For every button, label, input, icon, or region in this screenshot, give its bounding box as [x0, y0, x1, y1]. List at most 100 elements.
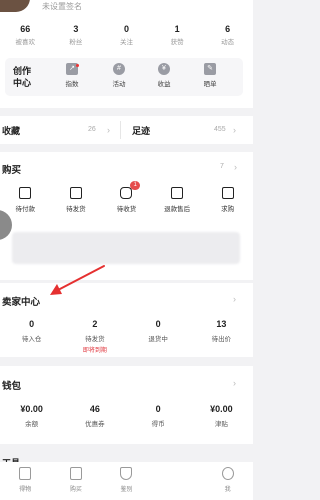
purchase-status-list: 待付款 待发货 1 待收货 退款售后 求购 — [0, 181, 253, 213]
profile-stats: 66 被喜欢 3 粉丝 0 关注 1 获赞 6 动态 — [0, 24, 253, 46]
wallet-item-value: 0 — [155, 404, 161, 414]
creator-item-label: 指数 — [65, 81, 79, 88]
seller-pending-bid[interactable]: 13 待出价 — [190, 319, 253, 354]
tab-identify[interactable]: 鉴别 — [101, 462, 152, 500]
chevron-right-icon: › — [234, 162, 237, 172]
wallet-coins[interactable]: 0 得币 — [127, 404, 190, 428]
wallet-item-value: 46 — [89, 404, 100, 414]
profile-header: 未设置签名 66 被喜欢 3 粉丝 0 关注 1 获赞 6 动态 创作中心 ↗ … — [0, 0, 253, 108]
expiring-soon-note: 即将到期 — [82, 348, 107, 354]
seller-center-card: 卖家中心 › 0 待入仓 2 待发货 即将到期 0 退货中 13 待出价 — [0, 283, 253, 357]
seller-item-label: 退货中 — [148, 336, 168, 343]
footprints-count: 455 — [214, 126, 226, 133]
creator-item-activity[interactable]: # 活动 — [104, 63, 134, 88]
purchase-pending-payment[interactable]: 待付款 — [0, 187, 51, 213]
purchase-item-label: 待发货 — [66, 206, 86, 213]
tab-label: 鉴别 — [120, 487, 133, 493]
wallet-balance[interactable]: ¥0.00 余额 — [0, 404, 63, 428]
purchases-card: 购买 7 › 待付款 待发货 1 待收货 退款售后 求购 — [0, 152, 253, 280]
seller-pending-warehouse[interactable]: 0 待入仓 — [0, 319, 63, 354]
stat-value: 1 — [174, 24, 180, 34]
stat-label: 关注 — [119, 39, 133, 46]
notification-dot — [76, 64, 79, 67]
refund-icon — [171, 187, 184, 199]
creator-item-index[interactable]: ↗ 指数 — [57, 63, 87, 88]
tab-me[interactable]: 我 — [202, 462, 253, 500]
seller-status-list: 0 待入仓 2 待发货 即将到期 0 退货中 13 待出价 — [0, 319, 253, 354]
seller-pending-shipment[interactable]: 2 待发货 即将到期 — [63, 319, 126, 354]
creator-center: 创作中心 ↗ 指数 # 活动 ¥ 收益 ✎ 晒单 — [5, 58, 243, 96]
stat-posts[interactable]: 6 动态 — [202, 24, 253, 46]
purchase-pending-shipment[interactable]: 待发货 — [51, 187, 102, 213]
stat-fans[interactable]: 3 粉丝 — [51, 24, 102, 46]
chevron-right-icon: › — [233, 125, 236, 135]
wallet-item-label: 得币 — [151, 421, 165, 428]
identify-icon — [120, 467, 133, 480]
seller-item-label: 待入仓 — [21, 336, 42, 343]
profile-icon — [221, 467, 234, 480]
stat-likes-received[interactable]: 1 获赞 — [152, 24, 203, 46]
purchase-wanted[interactable]: 求购 — [202, 187, 253, 213]
creator-center-title[interactable]: 创作中心 — [13, 65, 35, 89]
wallet-item-label: 津贴 — [214, 421, 228, 428]
stat-label: 粉丝 — [69, 39, 83, 46]
blurred-banner[interactable] — [12, 232, 240, 264]
edit-icon: ✎ — [204, 63, 216, 75]
seller-item-value: 0 — [155, 319, 161, 329]
stat-value: 66 — [20, 24, 31, 34]
purchase-pending-receipt[interactable]: 1 待收货 — [101, 181, 152, 213]
tab-label: 购买 — [69, 487, 82, 493]
favorites-count: 26 — [88, 126, 96, 133]
favorites-title[interactable]: 收藏 — [2, 124, 20, 137]
purchase-item-label: 退款售后 — [164, 206, 191, 213]
chevron-right-icon: › — [107, 125, 110, 135]
stat-value: 6 — [225, 24, 231, 34]
activity-icon: # — [113, 63, 125, 75]
stat-label: 获赞 — [170, 39, 184, 46]
bag-icon — [221, 187, 234, 199]
footprints-title[interactable]: 足迹 — [132, 124, 150, 137]
wallet-item-value: ¥0.00 — [210, 404, 233, 414]
seller-item-value: 13 — [216, 319, 227, 329]
box-icon — [69, 187, 82, 199]
wallet-allowance[interactable]: ¥0.00 津贴 — [190, 404, 253, 428]
seller-item-value: 0 — [29, 319, 35, 329]
wallet-coupons[interactable]: 46 优惠券 — [63, 404, 126, 428]
stat-value: 0 — [123, 24, 129, 34]
stat-label: 动态 — [221, 39, 235, 46]
tab-label: 我 — [224, 487, 231, 493]
wallet-card: 钱包 › ¥0.00 余额 46 优惠券 0 得币 ¥0.00 津贴 — [0, 366, 253, 444]
count-badge: 1 — [130, 181, 141, 190]
avatar[interactable] — [0, 0, 30, 12]
seller-center-title[interactable]: 卖家中心 — [2, 294, 40, 308]
stat-liked[interactable]: 66 被喜欢 — [0, 24, 51, 46]
seller-item-label: 待出价 — [211, 336, 232, 343]
tab-buy[interactable]: 购买 — [51, 462, 102, 500]
income-icon: ¥ — [158, 63, 170, 75]
seller-item-label: 待发货 — [85, 336, 105, 343]
seller-returning[interactable]: 0 退货中 — [127, 319, 190, 354]
wallet-item-label: 余额 — [25, 421, 39, 428]
stat-label: 被喜欢 — [15, 39, 36, 46]
wallet-title[interactable]: 钱包 — [2, 378, 21, 392]
purchases-title[interactable]: 购买 — [2, 162, 21, 176]
bottom-tab-bar: 得物 购买 鉴别 我 — [0, 462, 253, 500]
wallet-icon — [19, 187, 32, 199]
tab-mall[interactable] — [152, 462, 203, 500]
wallet-item-label: 优惠券 — [85, 421, 105, 428]
divider — [120, 121, 121, 139]
chevron-right-icon: › — [233, 294, 236, 304]
purchase-item-label: 求购 — [221, 206, 235, 213]
creator-item-income[interactable]: ¥ 收益 — [149, 63, 179, 88]
creator-item-showoff[interactable]: ✎ 晒单 — [195, 63, 225, 88]
purchase-item-label: 待收货 — [116, 206, 137, 213]
purchase-refund-aftersale[interactable]: 退款售后 — [152, 187, 203, 213]
chevron-right-icon: › — [233, 378, 236, 388]
wallet-item-value: ¥0.00 — [20, 404, 43, 414]
wallet-items: ¥0.00 余额 46 优惠券 0 得币 ¥0.00 津贴 — [0, 404, 253, 428]
shop-icon — [69, 467, 82, 480]
tab-home[interactable]: 得物 — [0, 462, 51, 500]
stat-following[interactable]: 0 关注 — [101, 24, 152, 46]
stat-value: 3 — [73, 24, 79, 34]
signature-text[interactable]: 未设置签名 — [42, 1, 82, 12]
